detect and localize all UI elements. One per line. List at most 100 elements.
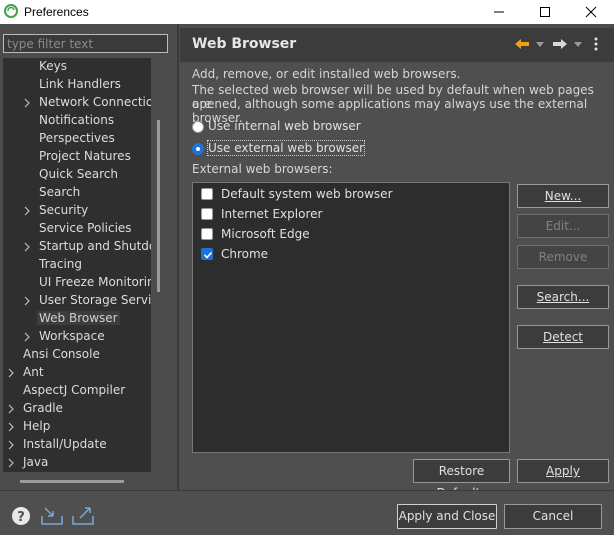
chevron-right-icon[interactable] [23, 242, 31, 252]
preference-tree[interactable]: Keys Link Handlers Network Connection Notif… [3, 58, 151, 472]
tree-horizontal-scrollbar[interactable] [20, 480, 124, 483]
browser-checkbox[interactable] [201, 248, 213, 260]
chevron-right-icon[interactable] [7, 422, 15, 432]
tree-item-label: Network Connection [39, 95, 151, 109]
tree-item-label: Link Handlers [39, 77, 121, 91]
tree-item-label: Perspectives [39, 131, 115, 145]
radio-external-indicator[interactable] [192, 143, 204, 155]
back-history-dropdown-icon[interactable] [536, 42, 544, 47]
radio-external-label[interactable]: Use external web browser [206, 140, 366, 156]
chevron-right-icon[interactable] [7, 368, 15, 378]
tree-item[interactable]: Quick Search [3, 166, 151, 184]
tree-item[interactable]: Gradle [3, 400, 151, 418]
search-button[interactable]: Search... [517, 285, 609, 309]
tree-item-label: Project Natures [39, 149, 131, 163]
svg-text:?: ? [17, 510, 25, 525]
remove-button[interactable]: Remove [517, 245, 609, 269]
radio-internal-label[interactable]: Use internal web browser [208, 119, 361, 133]
tree-item[interactable]: Help [3, 418, 151, 436]
tree-item[interactable]: Web Browser [3, 310, 151, 328]
back-arrow-icon[interactable] [514, 38, 530, 50]
tree-item[interactable]: Ant [3, 364, 151, 382]
tree-item-label: Keys [39, 59, 68, 73]
browser-name: Internet Explorer [221, 207, 323, 221]
browser-list-item[interactable]: Chrome [201, 244, 501, 264]
tree-item[interactable]: Network Connection [3, 94, 151, 112]
vertical-dots-menu-icon[interactable] [594, 37, 598, 51]
apply-button[interactable]: Apply [517, 459, 609, 483]
detect-button-label: Detect [542, 330, 583, 344]
tree-item-label: Quick Search [39, 167, 118, 181]
tree-item[interactable]: Project Natures [3, 148, 151, 166]
external-browsers-label: External web browsers: [192, 162, 333, 176]
browser-list-item[interactable]: Microsoft Edge [201, 224, 501, 244]
browser-checkbox[interactable] [201, 228, 213, 240]
forward-arrow-icon[interactable] [552, 38, 568, 50]
filter-input[interactable] [3, 34, 168, 53]
edit-button-label: Edit... [545, 219, 581, 233]
tree-item-label: Help [23, 419, 51, 433]
restore-defaults-button[interactable]: Restore Defaults [413, 459, 510, 500]
tree-item[interactable]: Java [3, 454, 151, 472]
pane-divider[interactable] [177, 24, 179, 490]
apply-and-close-label: Apply and Close [398, 509, 496, 523]
tree-item[interactable]: Search [3, 184, 151, 202]
tree-vertical-scrollbar[interactable] [157, 120, 160, 292]
minimize-button[interactable] [476, 0, 522, 24]
tree-item[interactable]: AspectJ Compiler [3, 382, 151, 400]
tree-item[interactable]: Ansi Console [3, 346, 151, 364]
chevron-right-icon[interactable] [23, 98, 31, 108]
tree-item[interactable]: Workspace [3, 328, 151, 346]
browser-list-item[interactable]: Internet Explorer [201, 204, 501, 224]
tree-item[interactable]: Install/Update [3, 436, 151, 454]
tree-item-label: Security [39, 203, 89, 217]
forward-history-dropdown-icon[interactable] [574, 42, 582, 47]
chevron-right-icon[interactable] [7, 440, 15, 450]
tree-item-label: Install/Update [23, 437, 107, 451]
browser-name: Microsoft Edge [221, 227, 310, 241]
tree-item[interactable]: Service Policies [3, 220, 151, 238]
browser-checkbox[interactable] [201, 208, 213, 220]
minimize-icon [494, 11, 504, 13]
tree-item[interactable]: Keys [3, 58, 151, 76]
tree-item[interactable]: UI Freeze Monitoring [3, 274, 151, 292]
help-icon[interactable]: ? [11, 506, 31, 526]
edit-button[interactable]: Edit... [517, 214, 609, 238]
tree-item-label: Ansi Console [23, 347, 100, 361]
close-button[interactable] [568, 0, 614, 24]
tree-item[interactable]: User Storage Service [3, 292, 151, 310]
chevron-right-icon[interactable] [23, 296, 31, 306]
tree-item[interactable]: Perspectives [3, 130, 151, 148]
tree-item[interactable]: Startup and Shutdow [3, 238, 151, 256]
maximize-button[interactable] [522, 0, 568, 24]
tree-item-label: Web Browser [37, 311, 120, 325]
tree-item-label: Java [23, 455, 49, 469]
tree-item[interactable]: Security [3, 202, 151, 220]
browser-name: Chrome [221, 247, 269, 261]
tree-item[interactable]: Link Handlers [3, 76, 151, 94]
browser-list-item[interactable]: Default system web browser [201, 184, 501, 204]
export-icon[interactable] [72, 506, 94, 526]
tree-item-label: UI Freeze Monitoring [39, 275, 151, 289]
new-button[interactable]: New... [517, 184, 609, 208]
tree-item[interactable]: Tracing [3, 256, 151, 274]
cancel-button[interactable]: Cancel [504, 504, 602, 529]
chevron-right-icon[interactable] [7, 404, 15, 414]
detect-button[interactable]: Detect [517, 325, 609, 349]
external-browsers-list[interactable]: Default system web browser Internet Explo… [192, 182, 510, 453]
window-title: Preferences [24, 5, 89, 19]
tree-item-label: Tracing [39, 257, 83, 271]
chevron-right-icon[interactable] [23, 332, 31, 342]
import-icon[interactable] [41, 506, 63, 526]
search-button-label: Search... [536, 290, 590, 304]
chevron-right-icon[interactable] [23, 206, 31, 216]
checkmark-icon [203, 251, 213, 259]
apply-and-close-button[interactable]: Apply and Close [397, 504, 497, 529]
close-icon [585, 6, 597, 18]
tree-item[interactable]: Notifications [3, 112, 151, 130]
radio-internal-indicator[interactable] [192, 121, 204, 133]
chevron-right-icon[interactable] [7, 458, 15, 468]
title-bar: Preferences [0, 0, 614, 24]
browser-name: Default system web browser [221, 187, 393, 201]
browser-checkbox[interactable] [201, 188, 213, 200]
